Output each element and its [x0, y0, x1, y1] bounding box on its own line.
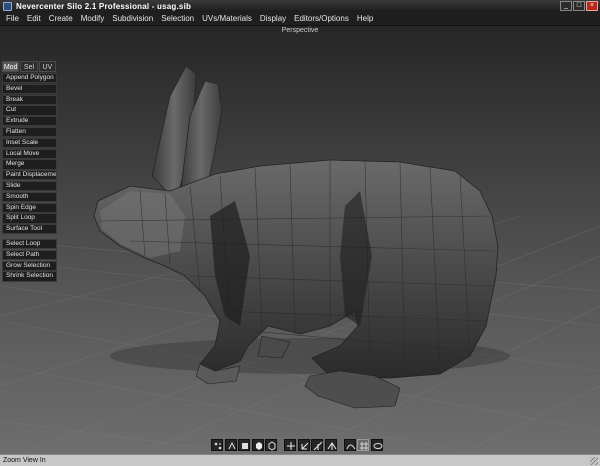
- menu-bar: File Edit Create Modify Subdivision Sele…: [0, 12, 600, 26]
- select-path-button[interactable]: Select Path: [2, 249, 57, 261]
- merge-button[interactable]: Merge: [2, 159, 57, 170]
- tab-sel[interactable]: Sel: [20, 61, 38, 72]
- menu-file[interactable]: File: [2, 12, 23, 26]
- resize-grip-icon[interactable]: [590, 457, 598, 465]
- select-loop-button[interactable]: Select Loop: [2, 238, 57, 250]
- shrink-selection-button[interactable]: Shrink Selection: [2, 271, 57, 282]
- vertex-mode-icon[interactable]: [211, 439, 223, 451]
- smooth-button[interactable]: Smooth: [2, 191, 57, 203]
- bevel-button[interactable]: Bevel: [2, 83, 57, 95]
- tab-uv[interactable]: UV: [38, 61, 56, 72]
- perspective-viewport[interactable]: Perspective Mod Sel UV Append Polygon Be…: [0, 26, 600, 454]
- toolbar-spacer: [338, 439, 342, 451]
- universal-manipulator-icon[interactable]: [324, 439, 337, 451]
- scale-manipulator-icon[interactable]: [311, 439, 323, 451]
- menu-create[interactable]: Create: [45, 12, 77, 26]
- edge-mode-icon[interactable]: [224, 439, 237, 451]
- flatten-button[interactable]: Flatten: [2, 126, 57, 138]
- menu-editors-options[interactable]: Editors/Options: [290, 12, 353, 26]
- paint-displacement-button[interactable]: Paint Displacement: [2, 170, 57, 181]
- curve-icon[interactable]: [343, 439, 356, 451]
- close-button[interactable]: ×: [586, 1, 598, 11]
- move-manipulator-icon[interactable]: [284, 439, 296, 451]
- menu-subdivision[interactable]: Subdivision: [108, 12, 157, 26]
- panel-tabs: Mod Sel UV: [2, 61, 57, 72]
- append-polygon-button[interactable]: Append Polygon: [2, 73, 57, 84]
- slide-button[interactable]: Slide: [2, 180, 57, 192]
- menu-modify[interactable]: Modify: [77, 12, 109, 26]
- viewport-toolbar: [211, 438, 384, 452]
- status-bar: Zoom View In: [0, 454, 600, 466]
- break-button[interactable]: Break: [2, 94, 57, 105]
- toolbar-spacer: [279, 439, 283, 451]
- split-loop-button[interactable]: Split Loop: [2, 213, 57, 224]
- menu-display[interactable]: Display: [256, 12, 290, 26]
- local-move-button[interactable]: Local Move: [2, 148, 57, 159]
- status-text: Zoom View In: [3, 457, 46, 464]
- menu-uvs-materials[interactable]: UVs/Materials: [198, 12, 256, 26]
- maximize-button[interactable]: □: [573, 1, 585, 11]
- tab-mod[interactable]: Mod: [2, 61, 20, 72]
- rabbit-mesh-model[interactable]: [0, 26, 600, 454]
- app-icon: [3, 1, 12, 11]
- subdivision-icon[interactable]: [370, 439, 383, 451]
- menu-help[interactable]: Help: [353, 12, 377, 26]
- face-mode-icon[interactable]: [238, 439, 250, 451]
- menu-selection[interactable]: Selection: [157, 12, 198, 26]
- surface-tool-button[interactable]: Surface Tool: [2, 224, 57, 235]
- title-bar: Nevercenter Silo 2.1 Professional - usag…: [0, 0, 600, 12]
- material-mode-icon[interactable]: [265, 439, 277, 451]
- cut-button[interactable]: Cut: [2, 105, 57, 116]
- window-title: Nevercenter Silo 2.1 Professional - usag…: [16, 1, 192, 11]
- rotate-manipulator-icon[interactable]: [297, 439, 310, 451]
- inset-scale-button[interactable]: Inset Scale: [2, 137, 57, 149]
- object-mode-icon[interactable]: [251, 439, 264, 451]
- window-controls: _ □ ×: [560, 1, 598, 11]
- tool-panel: Mod Sel UV Append Polygon Bevel Break Cu…: [2, 61, 57, 282]
- grow-selection-button[interactable]: Grow Selection: [2, 260, 57, 271]
- extrude-button[interactable]: Extrude: [2, 116, 57, 127]
- menu-edit[interactable]: Edit: [23, 12, 45, 26]
- spin-edge-button[interactable]: Spin Edge: [2, 202, 57, 213]
- grid-icon[interactable]: [357, 439, 369, 451]
- minimize-button[interactable]: _: [560, 1, 572, 11]
